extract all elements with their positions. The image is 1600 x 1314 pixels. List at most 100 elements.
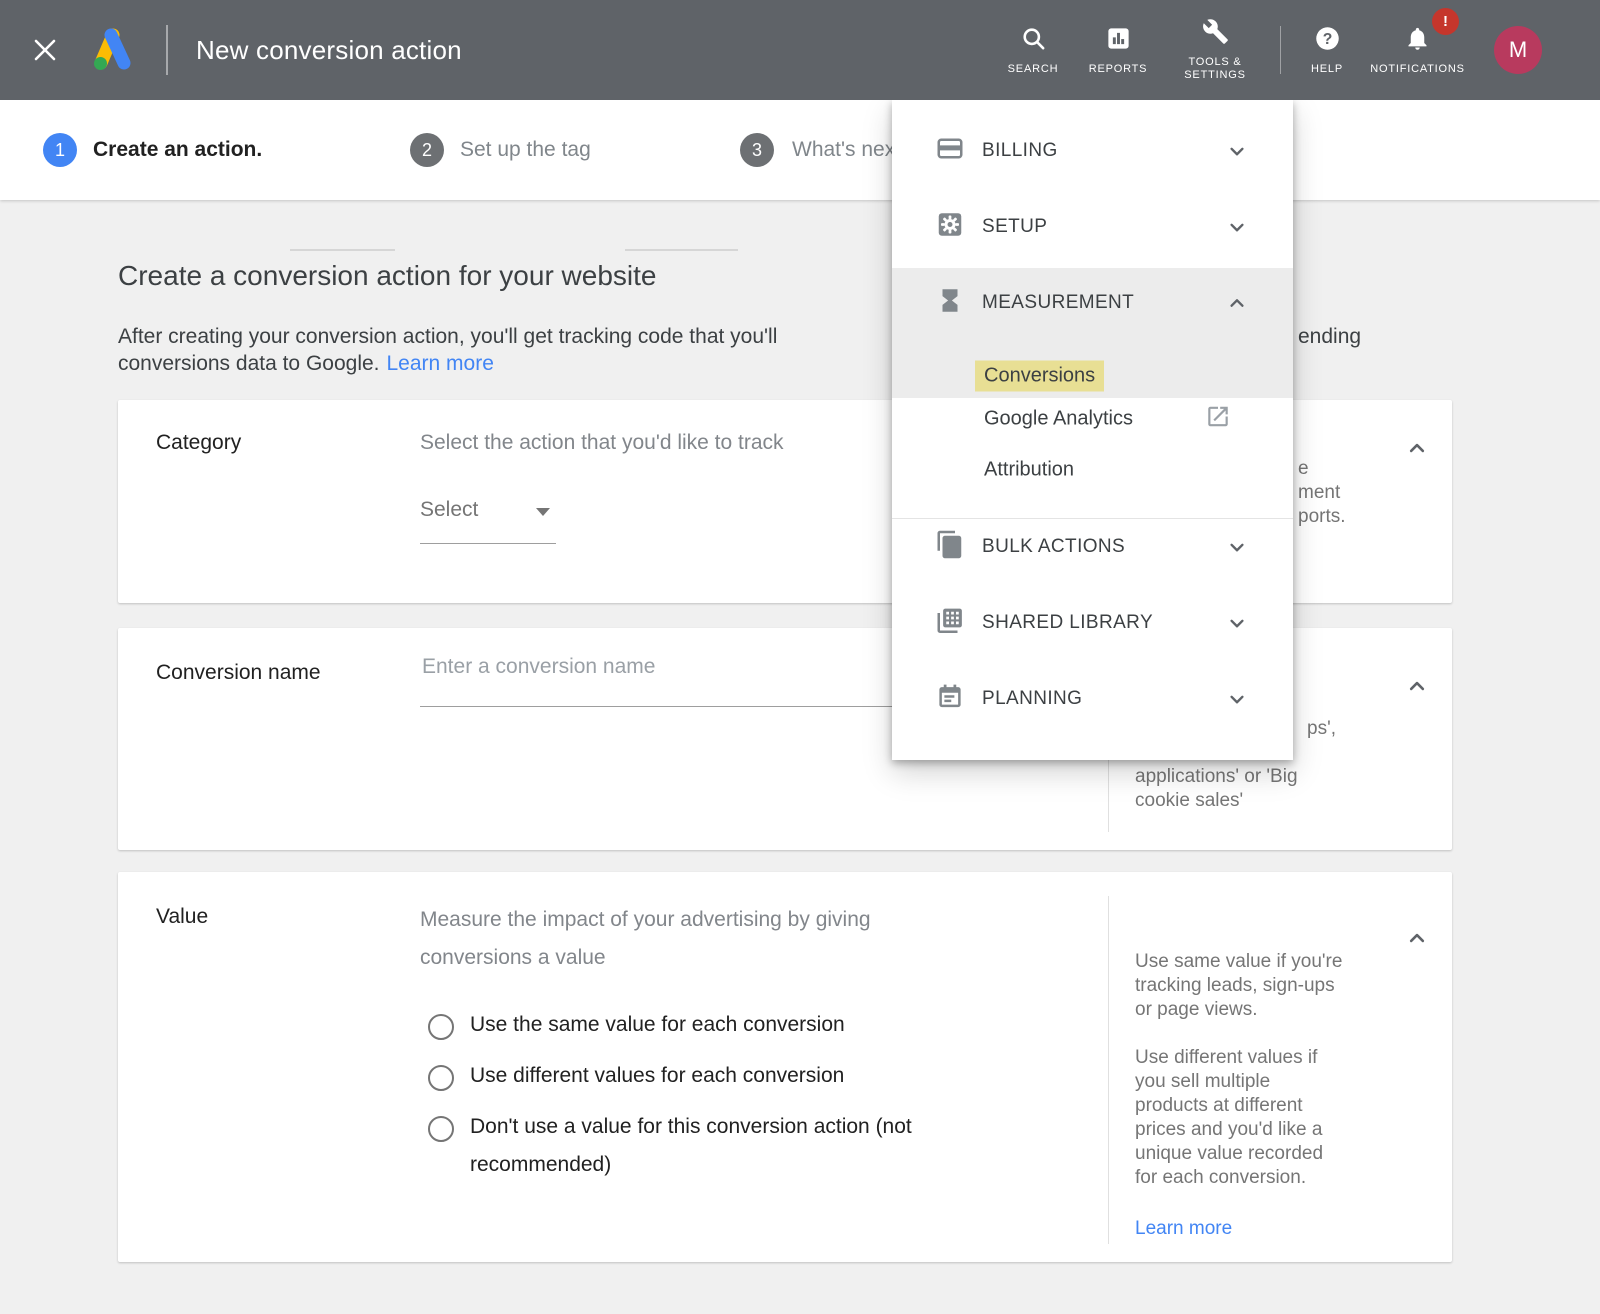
help-label: HELP bbox=[1311, 63, 1343, 76]
search-icon bbox=[1020, 25, 1047, 55]
google-ads-logo-icon bbox=[86, 28, 134, 72]
menu-subitem-google-analytics[interactable]: Google Analytics bbox=[892, 393, 1293, 444]
value-description-line-1: Measure the impact of your advertising b… bbox=[420, 908, 871, 932]
notification-badge: ! bbox=[1432, 8, 1459, 35]
category-help-fragment: ports. bbox=[1298, 506, 1346, 528]
reports-label: REPORTS bbox=[1089, 63, 1148, 76]
chevron-down-icon bbox=[1224, 610, 1250, 636]
credit-card-icon bbox=[935, 134, 965, 169]
google-analytics-label: Google Analytics bbox=[975, 403, 1142, 434]
page-heading: Create a conversion action for your webs… bbox=[118, 260, 657, 292]
name-help-fragment: cookie sales' bbox=[1135, 790, 1243, 812]
chevron-down-icon bbox=[1224, 138, 1250, 164]
step-2-circle: 2 bbox=[410, 133, 444, 167]
topbar-actions-divider bbox=[1280, 26, 1281, 74]
hourglass-icon bbox=[935, 286, 965, 321]
chevron-up-icon bbox=[1224, 290, 1250, 316]
option-line: Use the same value for each conversion bbox=[470, 1006, 845, 1044]
help-line: or page views. bbox=[1135, 998, 1385, 1022]
learn-more-link[interactable]: Learn more bbox=[387, 352, 494, 375]
stepper: 1 Create an action. 2 Set up the tag 3 W… bbox=[0, 100, 1600, 200]
close-icon bbox=[28, 55, 62, 70]
google-ads-new-conversion-screen: New conversion action SEARCH REPORTS TOO… bbox=[0, 0, 1600, 1314]
wrench-icon bbox=[1202, 18, 1229, 48]
chevron-down-icon bbox=[1224, 534, 1250, 560]
search-label: SEARCH bbox=[1008, 63, 1059, 76]
collapse-chevron-up-icon[interactable] bbox=[1402, 924, 1432, 954]
help-line: Use same value if you're bbox=[1135, 950, 1385, 974]
collapse-chevron-up-icon[interactable] bbox=[1402, 434, 1432, 464]
category-help-fragment: e bbox=[1298, 458, 1309, 480]
close-button[interactable] bbox=[28, 33, 62, 67]
tools-settings-button[interactable]: TOOLS & SETTINGS bbox=[1172, 0, 1258, 100]
menu-item-label: PLANNING bbox=[982, 688, 1082, 710]
step-3-circle: 3 bbox=[740, 133, 774, 167]
step-2-label: Set up the tag bbox=[460, 100, 591, 200]
option-line: recommended) bbox=[470, 1146, 912, 1184]
calendar-icon bbox=[935, 682, 965, 717]
step-connector bbox=[290, 249, 395, 251]
help-line: you sell multiple bbox=[1135, 1070, 1385, 1094]
intro-line-2-text: conversions data to Google. bbox=[118, 352, 380, 375]
option-different-values-label[interactable]: Use different values for each conversion bbox=[470, 1057, 844, 1095]
gear-icon bbox=[935, 210, 965, 245]
select-caret-icon bbox=[536, 508, 550, 516]
help-line: prices and you'd like a bbox=[1135, 1118, 1385, 1142]
intro-line-1-tail-fragment: ending bbox=[1298, 325, 1361, 349]
value-help-paragraph-1: Use same value if you're tracking leads,… bbox=[1135, 950, 1385, 1022]
chevron-down-icon bbox=[1224, 686, 1250, 712]
select-underline bbox=[420, 543, 556, 544]
menu-item-label: MEASUREMENT bbox=[982, 292, 1134, 314]
step-3-label: What's next bbox=[792, 100, 901, 200]
value-help-paragraph-2: Use different values if you sell multipl… bbox=[1135, 1046, 1385, 1190]
value-label: Value bbox=[156, 905, 208, 929]
avatar[interactable]: M bbox=[1494, 26, 1542, 74]
radio-different-values[interactable] bbox=[428, 1065, 454, 1091]
menu-item-label: SHARED LIBRARY bbox=[982, 612, 1153, 634]
avatar-initial: M bbox=[1509, 37, 1527, 63]
step-1-circle: 1 bbox=[43, 133, 77, 167]
svg-text:?: ? bbox=[1322, 31, 1332, 48]
menu-item-label: BULK ACTIONS bbox=[982, 536, 1125, 558]
help-line: products at different bbox=[1135, 1094, 1385, 1118]
menu-item-shared-library[interactable]: SHARED LIBRARY bbox=[892, 585, 1293, 661]
menu-item-label: BILLING bbox=[982, 140, 1058, 162]
menu-subitem-attribution[interactable]: Attribution bbox=[892, 444, 1293, 495]
help-button[interactable]: ? HELP bbox=[1289, 0, 1365, 100]
menu-item-label: SETUP bbox=[982, 216, 1047, 238]
menu-item-planning[interactable]: PLANNING bbox=[892, 661, 1293, 737]
option-same-value-label[interactable]: Use the same value for each conversion bbox=[470, 1006, 845, 1044]
intro-line-1: After creating your conversion action, y… bbox=[118, 325, 777, 349]
search-button[interactable]: SEARCH bbox=[995, 0, 1071, 100]
conversion-name-label: Conversion name bbox=[156, 661, 321, 685]
category-help-fragment: ment bbox=[1298, 482, 1340, 504]
collapse-chevron-up-icon[interactable] bbox=[1402, 672, 1432, 702]
option-no-value-label[interactable]: Don't use a value for this conversion ac… bbox=[470, 1108, 912, 1184]
menu-item-measurement[interactable]: MEASUREMENT bbox=[892, 265, 1293, 341]
category-select[interactable]: Select bbox=[420, 498, 478, 522]
reports-icon bbox=[1105, 25, 1132, 55]
bell-icon bbox=[1404, 25, 1431, 55]
option-line: Use different values for each conversion bbox=[470, 1057, 844, 1095]
category-description: Select the action that you'd like to tra… bbox=[420, 431, 784, 455]
menu-item-billing[interactable]: BILLING bbox=[892, 113, 1293, 189]
help-icon: ? bbox=[1314, 25, 1341, 55]
radio-no-value[interactable] bbox=[428, 1116, 454, 1142]
library-grid-icon bbox=[935, 606, 965, 641]
help-panel-divider bbox=[1108, 896, 1109, 1244]
notifications-label: NOTIFICATIONS bbox=[1370, 63, 1465, 76]
reports-button[interactable]: REPORTS bbox=[1080, 0, 1156, 100]
copy-stack-icon bbox=[935, 530, 965, 565]
help-line: Use different values if bbox=[1135, 1046, 1385, 1070]
radio-same-value[interactable] bbox=[428, 1014, 454, 1040]
help-line: tracking leads, sign-ups bbox=[1135, 974, 1385, 998]
tools-settings-label: TOOLS & SETTINGS bbox=[1178, 56, 1252, 82]
tools-settings-menu: BILLING SETUP bbox=[892, 100, 1293, 760]
notifications-button[interactable]: NOTIFICATIONS ! bbox=[1360, 0, 1475, 100]
value-learn-more-link[interactable]: Learn more bbox=[1135, 1218, 1232, 1240]
chevron-down-icon bbox=[1224, 214, 1250, 240]
menu-item-setup[interactable]: SETUP bbox=[892, 189, 1293, 265]
page-title: New conversion action bbox=[196, 0, 462, 100]
value-description-line-2: conversions a value bbox=[420, 946, 606, 970]
menu-item-bulk-actions[interactable]: BULK ACTIONS bbox=[892, 509, 1293, 585]
